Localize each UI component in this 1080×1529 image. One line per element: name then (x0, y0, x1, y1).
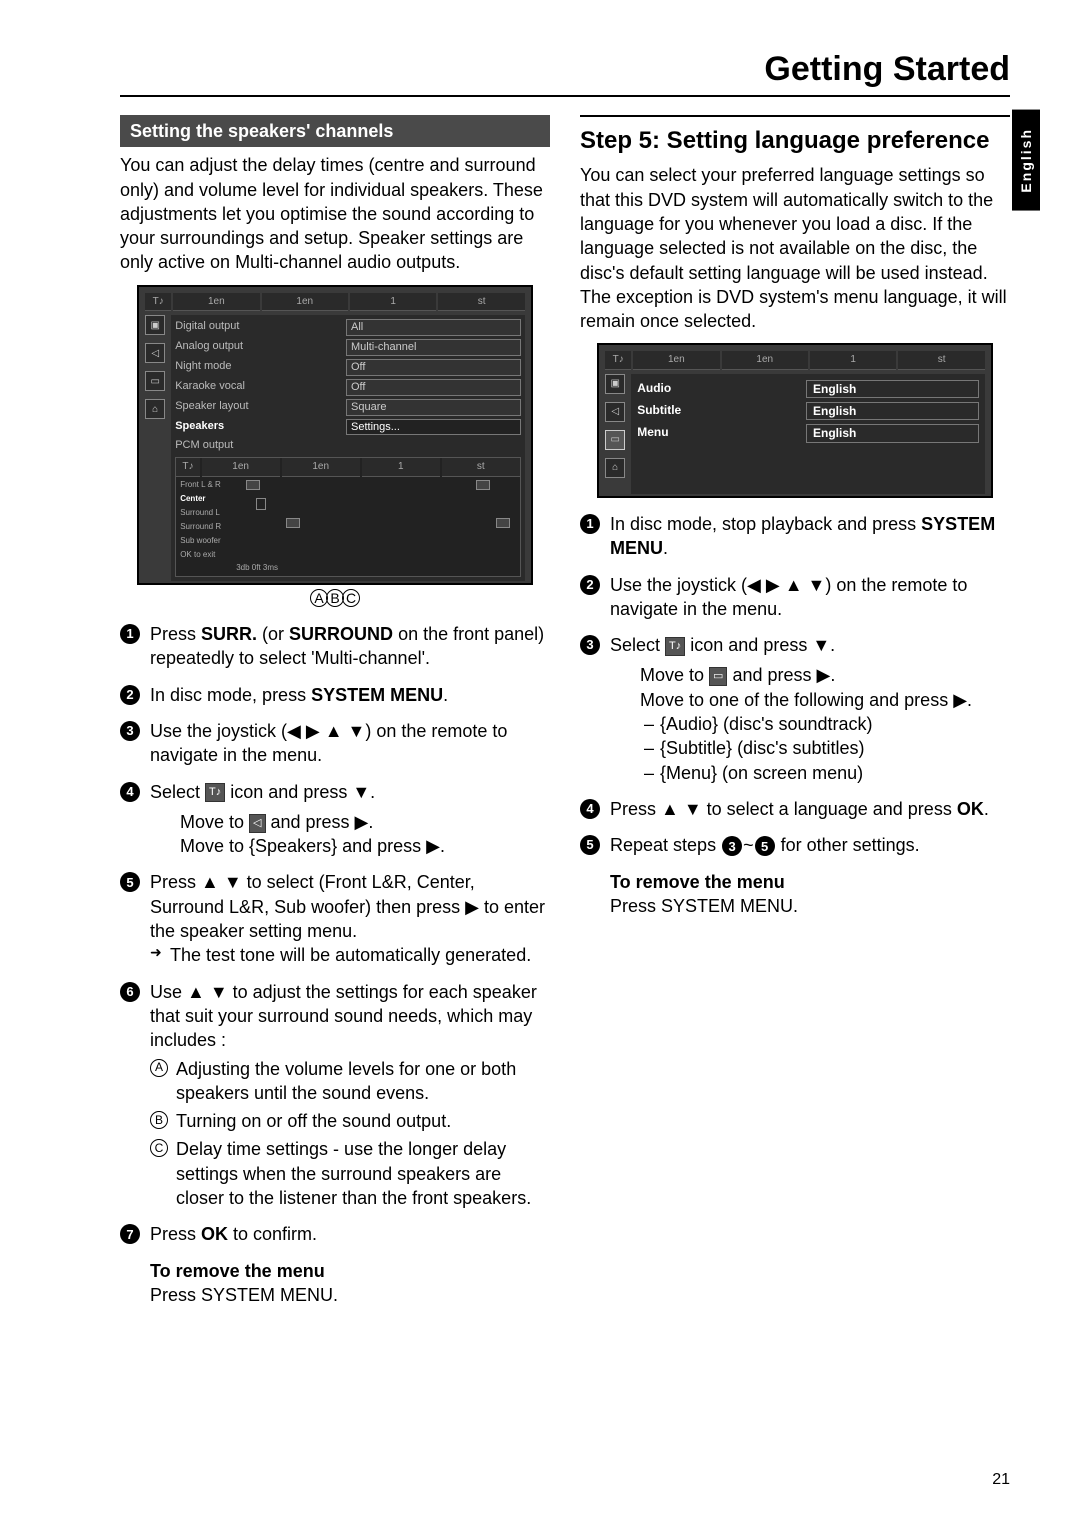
right-column: Step 5: Setting language preference You … (580, 115, 1010, 1307)
fig-icon: ⌂ (145, 399, 165, 419)
settings-icon: T♪ (205, 783, 225, 802)
fig-icon: ▣ (605, 374, 625, 394)
result-note: The test tone will be automatically gene… (150, 943, 550, 967)
settings-icon: T♪ (665, 637, 685, 656)
remove-menu-body: Press SYSTEM MENU. (610, 896, 798, 916)
language-tab: English (1012, 110, 1040, 211)
left-column: Setting the speakers' channels You can a… (120, 115, 550, 1307)
speaker-layout-diagram: T♪ 1en1en1st Front L & R Center Surround… (175, 457, 521, 577)
intro-text: You can adjust the delay times (centre a… (120, 153, 550, 274)
step5-heading: Step 5: Setting language preference (580, 115, 1010, 157)
language-menu-icon: ▭ (709, 667, 727, 686)
language-settings-figure: T♪ 1en 1en 1 st ▣ ◁ ▭ ⌂ (597, 343, 993, 498)
speaker-settings-figure: T♪ 1en 1en 1 st ▣ ◁ ▭ ⌂ (137, 285, 533, 608)
speaker-icon: ◁ (145, 343, 165, 363)
remove-menu-heading: To remove the menu (610, 872, 785, 892)
remove-menu-heading: To remove the menu (150, 1261, 325, 1281)
speaker-icon: ◁ (249, 814, 265, 833)
fig-icon: ▭ (145, 371, 165, 391)
left-steps: 1 Press SURR. (or SURROUND on the front … (120, 622, 550, 1247)
section-heading: Setting the speakers' channels (120, 115, 550, 147)
page-title: Getting Started (120, 50, 1010, 97)
language-menu-icon: ▭ (605, 430, 625, 450)
fig-icon: ⌂ (605, 458, 625, 478)
step5-intro: You can select your preferred language s… (580, 163, 1010, 333)
abc-labels: ABC (137, 589, 533, 608)
remove-menu-body: Press SYSTEM MENU. (150, 1285, 338, 1305)
fig-icon: ▣ (145, 315, 165, 335)
fig-icon: ◁ (605, 402, 625, 422)
right-steps: 1 In disc mode, stop playback and press … (580, 512, 1010, 858)
page-number: 21 (992, 1471, 1010, 1489)
